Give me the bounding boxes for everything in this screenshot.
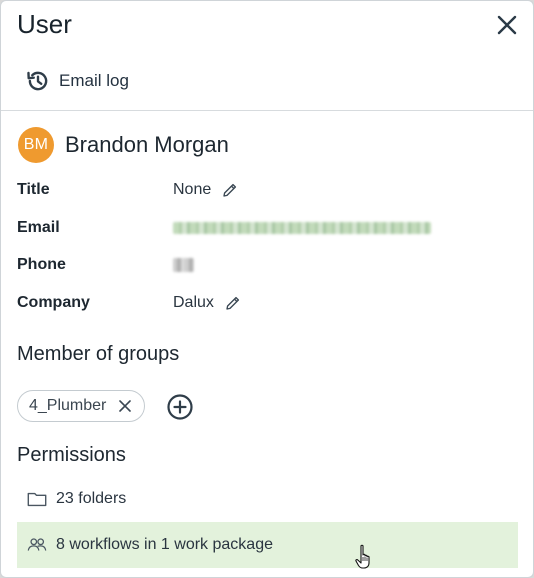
email-label: Email	[17, 219, 60, 236]
history-icon	[27, 71, 48, 91]
company-value-group: Dalux	[173, 294, 242, 312]
edit-title-pencil-icon[interactable]	[221, 181, 239, 199]
dialog-header: User Email log	[1, 1, 533, 111]
company-label: Company	[17, 294, 90, 311]
company-row: Company Dalux	[17, 292, 242, 314]
close-icon[interactable]	[495, 13, 519, 37]
hand-pointer-icon	[355, 544, 370, 569]
redacted-phone	[173, 258, 194, 272]
group-chip: 4_Plumber	[17, 390, 146, 422]
people-icon	[27, 538, 47, 551]
remove-group-close-icon[interactable]	[118, 399, 132, 413]
folder-icon	[27, 492, 47, 507]
phone-label: Phone	[17, 256, 66, 273]
edit-company-pencil-icon[interactable]	[224, 294, 242, 312]
user-name: Brandon Morgan	[65, 132, 229, 157]
email-log-label: Email log	[59, 71, 129, 90]
permissions-heading: Permissions	[17, 444, 126, 466]
dialog-title: User	[17, 9, 72, 39]
phone-value	[173, 258, 194, 272]
group-chip-label: 4_Plumber	[29, 397, 107, 414]
permission-workflows-label: 8 workflows in 1 work package	[56, 536, 273, 553]
email-value	[173, 222, 431, 234]
permission-workflows[interactable]: 8 workflows in 1 work package	[17, 522, 518, 568]
permission-folders[interactable]: 23 folders	[17, 476, 518, 522]
avatar: BM	[18, 127, 54, 163]
email-row: Email	[17, 217, 431, 239]
title-label: Title	[17, 181, 50, 198]
groups-heading: Member of groups	[17, 343, 180, 365]
title-value: None	[173, 181, 212, 198]
email-log-button[interactable]: Email log	[25, 67, 129, 95]
user-identity: BM Brandon Morgan	[18, 127, 229, 163]
add-group-plus-circle-icon[interactable]	[166, 393, 194, 421]
phone-row: Phone	[17, 254, 194, 276]
permission-folders-label: 23 folders	[56, 490, 127, 507]
redacted-email	[173, 222, 431, 234]
title-value-group: None	[173, 181, 239, 199]
user-dialog: User Email log BM Brandon Morgan Title N…	[0, 0, 534, 578]
company-value: Dalux	[173, 294, 214, 311]
title-row: Title None	[17, 179, 239, 201]
